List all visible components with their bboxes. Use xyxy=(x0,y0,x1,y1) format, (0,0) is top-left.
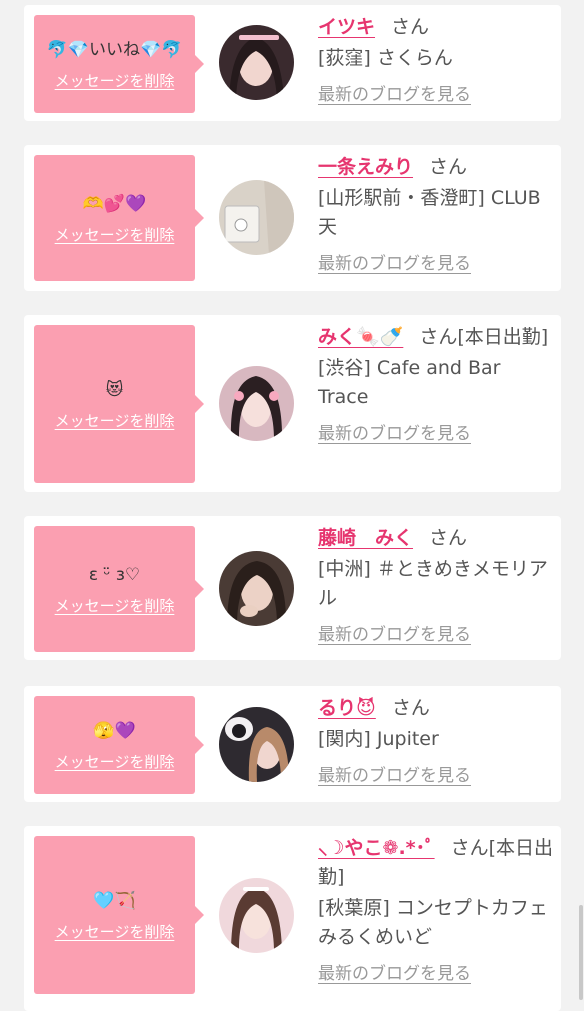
girl-name-link[interactable]: 一条えみり xyxy=(318,156,413,178)
latest-blog-link[interactable]: 最新のブログを見る xyxy=(318,420,471,449)
shop-name: [渋谷] Cafe and Bar Trace xyxy=(318,357,501,408)
message-text: 🐬💎いいね💎🐬 xyxy=(46,39,183,60)
delete-message-link[interactable]: メッセージを削除 xyxy=(55,921,175,942)
message-text: ɛ ᵕ̈ ɜ♡ xyxy=(88,564,141,585)
girl-name-link[interactable]: イツキ xyxy=(318,16,375,38)
message-text: 😻 xyxy=(105,379,124,400)
delete-message-link[interactable]: メッセージを削除 xyxy=(55,751,175,772)
message-bubble: ɛ ᵕ̈ ɜ♡ メッセージを削除 xyxy=(34,526,204,652)
latest-blog-link[interactable]: 最新のブログを見る xyxy=(318,621,471,650)
scrollbar[interactable] xyxy=(579,905,583,1000)
girl-name-link[interactable]: 藤崎 みく xyxy=(318,527,413,549)
honorific: さん[本日出勤] xyxy=(419,326,549,348)
latest-blog-link[interactable]: 最新のブログを見る xyxy=(318,960,471,989)
honorific: さん xyxy=(429,156,468,178)
avatar[interactable] xyxy=(219,25,294,100)
name-line: 一条えみり さん xyxy=(318,153,554,182)
girl-name-link[interactable]: みく🍬🍼 xyxy=(318,326,403,348)
girl-info: みく🍬🍼 さん[本日出勤] [渋谷] Cafe and Bar Trace 最新の… xyxy=(318,323,554,449)
name-line: みく🍬🍼 さん[本日出勤] xyxy=(318,323,554,352)
shop-name: [山形駅前・香澄町] CLUB 天 xyxy=(318,187,541,238)
shop-name: [荻窪] さくらん xyxy=(318,47,453,69)
message-card: 🫣💜 メッセージを削除 るり😈 さん [関内] Jupiter 最新のブログを見る xyxy=(24,686,561,802)
message-bubble: 🩵🏹 メッセージを削除 xyxy=(34,836,204,994)
message-bubble: 🫶💕💜 メッセージを削除 xyxy=(34,155,204,281)
latest-blog-link[interactable]: 最新のブログを見る xyxy=(318,762,471,791)
delete-message-link[interactable]: メッセージを削除 xyxy=(55,70,175,91)
avatar[interactable] xyxy=(219,180,294,255)
avatar[interactable] xyxy=(219,878,294,953)
honorific: さん xyxy=(391,16,430,38)
name-line: ⸜☽やこ❁.*･ﾟ さん[本日出勤] xyxy=(318,834,554,892)
delete-message-link[interactable]: メッセージを削除 xyxy=(55,595,175,616)
delete-message-link[interactable]: メッセージを削除 xyxy=(55,410,175,431)
shop-name: [関内] Jupiter xyxy=(318,728,439,750)
message-bubble: 😻 メッセージを削除 xyxy=(34,325,204,483)
girl-name-link[interactable]: ⸜☽やこ❁.*･ﾟ xyxy=(318,837,435,859)
delete-message-link[interactable]: メッセージを削除 xyxy=(55,224,175,245)
message-card: ɛ ᵕ̈ ɜ♡ メッセージを削除 藤崎 みく さん [中洲] ＃ときめきメモリアル… xyxy=(24,516,561,660)
message-card: 🩵🏹 メッセージを削除 ⸜☽やこ❁.*･ﾟ さん[本日出勤] [秋葉原] コンセプ… xyxy=(24,826,561,1011)
message-text: 🫣💜 xyxy=(93,720,136,741)
shop-name: [秋葉原] コンセプトカフェ みるくめいど xyxy=(318,897,548,948)
girl-info: イツキ さん [荻窪] さくらん 最新のブログを見る xyxy=(318,13,554,110)
girl-name-link[interactable]: るり😈 xyxy=(318,697,376,719)
name-line: るり😈 さん xyxy=(318,694,554,723)
avatar[interactable] xyxy=(219,707,294,782)
message-card: 🫶💕💜 メッセージを削除 一条えみり さん [山形駅前・香澄町] CLUB 天 最… xyxy=(24,145,561,291)
girl-info: ⸜☽やこ❁.*･ﾟ さん[本日出勤] [秋葉原] コンセプトカフェ みるくめいど … xyxy=(318,834,554,989)
honorific: さん xyxy=(429,527,468,549)
girl-info: 藤崎 みく さん [中洲] ＃ときめきメモリアル 最新のブログを見る xyxy=(318,524,554,650)
message-text: 🩵🏹 xyxy=(93,890,136,911)
message-card: 😻 メッセージを削除 みく🍬🍼 さん[本日出勤] [渋谷] Cafe and Ba… xyxy=(24,315,561,492)
message-bubble: 🐬💎いいね💎🐬 メッセージを削除 xyxy=(34,15,204,113)
girl-info: るり😈 さん [関内] Jupiter 最新のブログを見る xyxy=(318,694,554,791)
girl-info: 一条えみり さん [山形駅前・香澄町] CLUB 天 最新のブログを見る xyxy=(318,153,554,279)
honorific: さん xyxy=(391,697,430,719)
message-text: 🫶💕💜 xyxy=(82,193,147,214)
message-card: 🐬💎いいね💎🐬 メッセージを削除 イツキ さん [荻窪] さくらん 最新のブログを… xyxy=(24,5,561,121)
name-line: 藤崎 みく さん xyxy=(318,524,554,553)
avatar[interactable] xyxy=(219,551,294,626)
latest-blog-link[interactable]: 最新のブログを見る xyxy=(318,81,471,110)
shop-name: [中洲] ＃ときめきメモリアル xyxy=(318,558,548,609)
message-list: 🐬💎いいね💎🐬 メッセージを削除 イツキ さん [荻窪] さくらん 最新のブログを… xyxy=(0,0,584,1011)
latest-blog-link[interactable]: 最新のブログを見る xyxy=(318,250,471,279)
message-bubble: 🫣💜 メッセージを削除 xyxy=(34,696,204,794)
avatar[interactable] xyxy=(219,366,294,441)
name-line: イツキ さん xyxy=(318,13,554,42)
